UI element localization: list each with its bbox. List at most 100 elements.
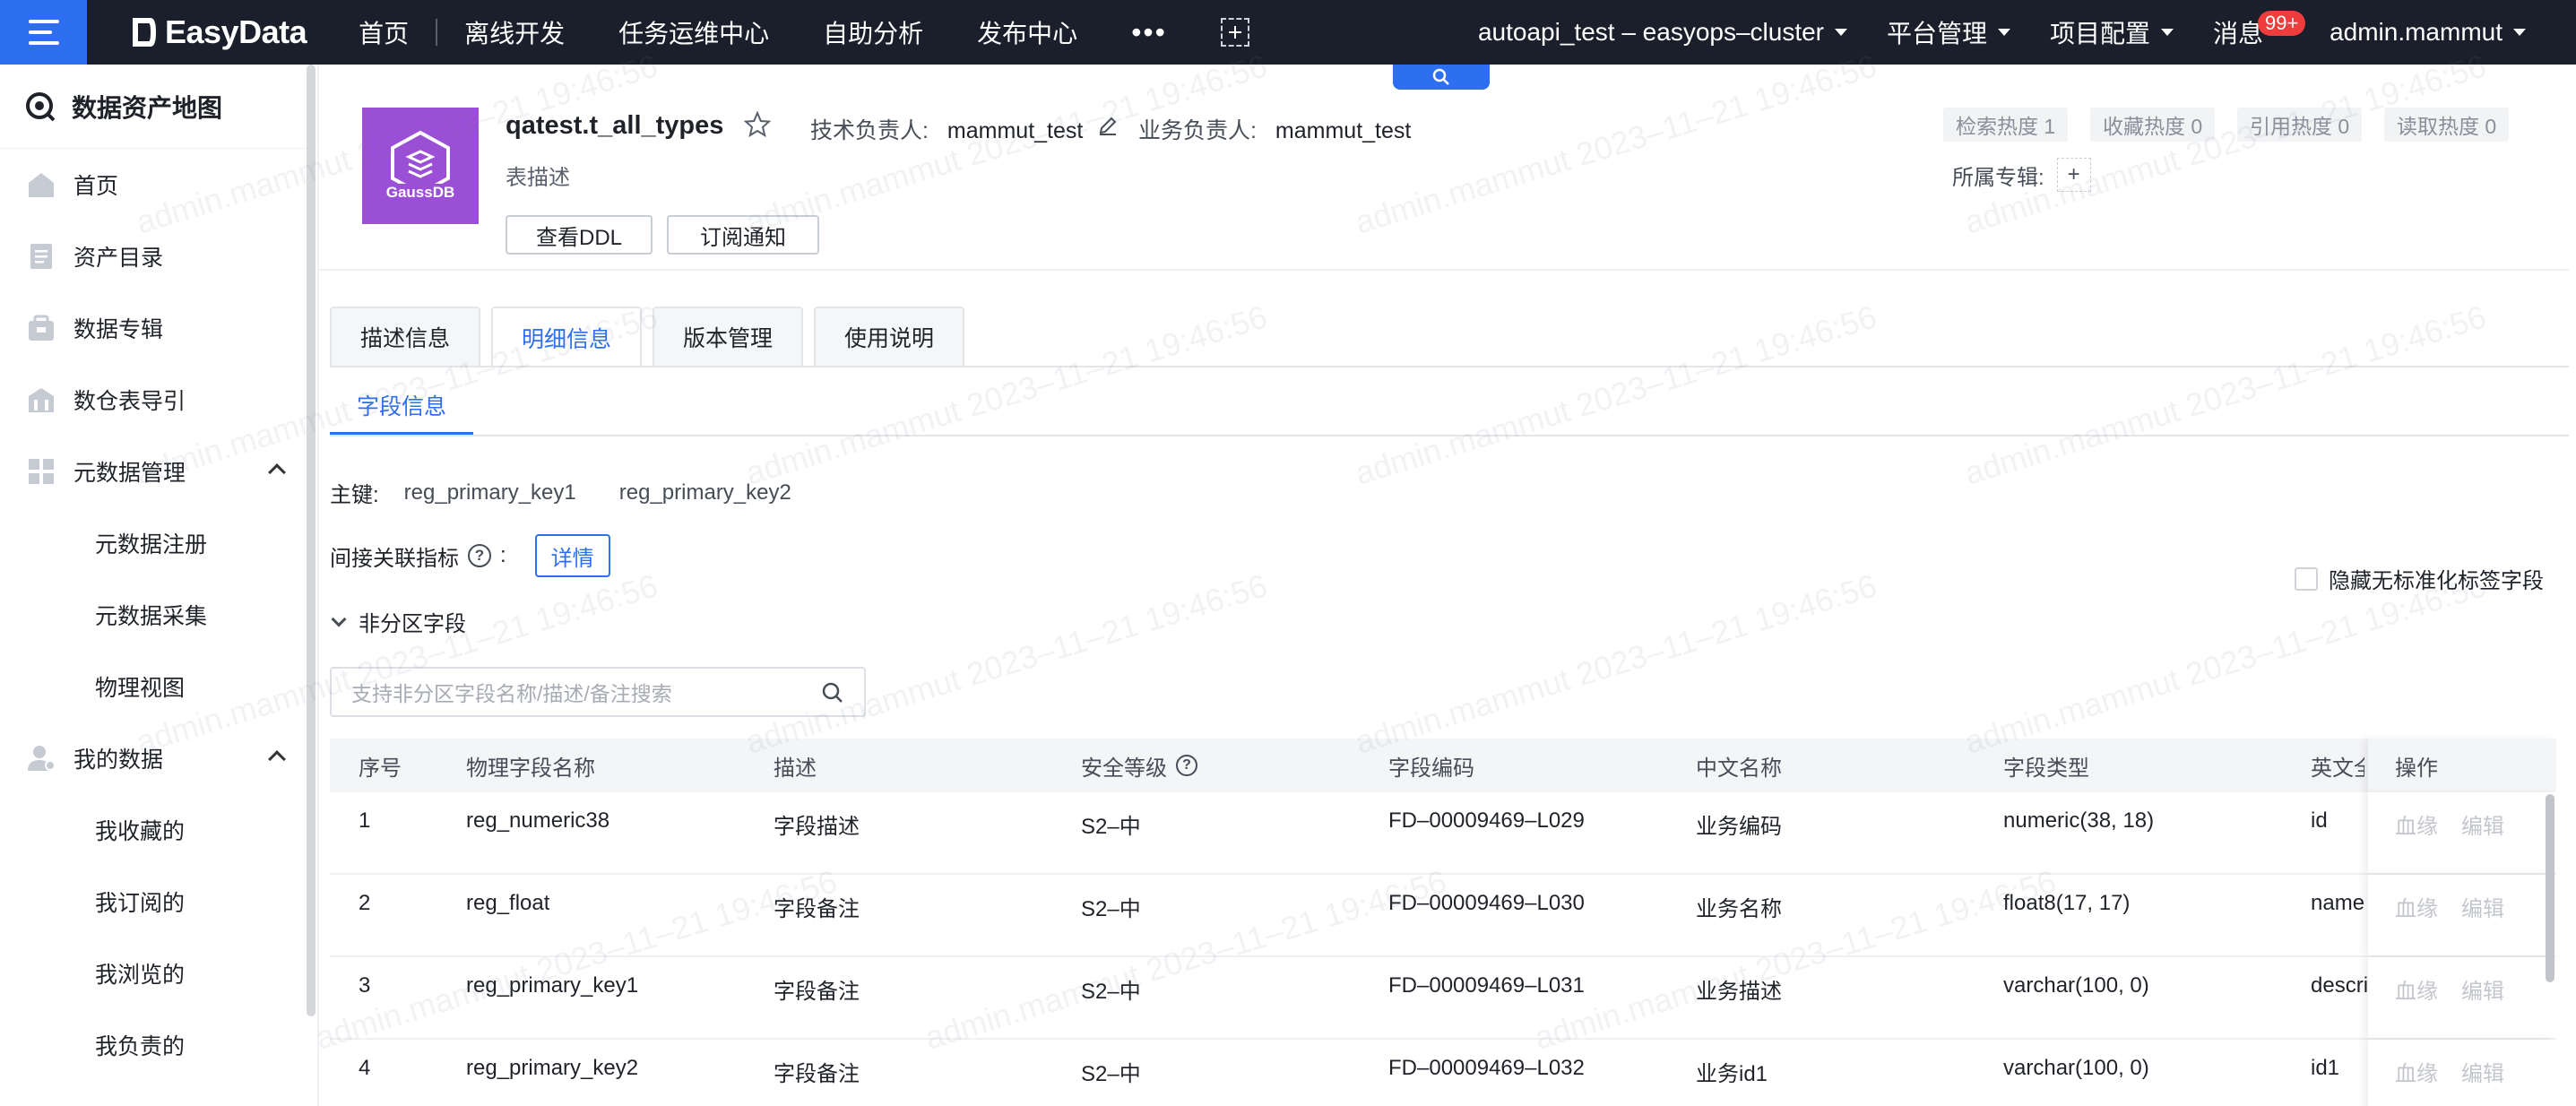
column-header: 描述 [774,756,817,781]
cell-field-type: varchar(100, 0) [2003,1056,2149,1080]
cell-cn-name: 业务编码 [1696,815,1782,839]
sidebar-item-physical-view[interactable]: 物理视图 [0,651,317,722]
detail-button[interactable]: 详情 [534,534,610,577]
sidebar-item-label: 数据专辑 [73,317,164,342]
edit-link[interactable]: 编辑 [2461,808,2504,840]
chevron-down-icon [2513,29,2526,36]
tab-usage[interactable]: 使用说明 [814,307,965,366]
favorite-heat-badge: 收藏热度 0 [2090,108,2216,142]
column-header: 物理字段名称 [466,756,595,781]
sidebar-item-my-browsed[interactable]: 我浏览的 [0,938,317,1009]
search-icon [822,682,843,703]
asset-map-icon [26,91,56,121]
edit-pencil-icon[interactable] [1097,115,1119,136]
field-search-placeholder: 支持非分区字段名称/描述/备注搜索 [351,682,672,705]
column-header: 字段类型 [2003,756,2089,781]
lineage-link[interactable]: 血缘 [2395,1056,2438,1087]
platform-menu[interactable]: 平台管理 [1887,14,2011,50]
sidebar-item-label: 元数据注册 [95,532,208,557]
tab-description[interactable]: 描述信息 [330,307,481,366]
main-content: GaussDB qatest.t_all_types 技术负责人: mammut… [319,65,2576,1106]
table-header: GaussDB qatest.t_all_types 技术负责人: mammut… [319,65,2569,271]
view-ddl-button[interactable]: 查看DDL [506,215,653,255]
app-logo[interactable]: EasyData [129,13,307,51]
lineage-link[interactable]: 血缘 [2395,973,2438,1005]
tab-detail[interactable]: 明细信息 [491,307,643,367]
tab-version[interactable]: 版本管理 [653,307,804,366]
detail-tabs: 描述信息 明细信息 版本管理 使用说明 [330,307,965,367]
table-description: 表描述 [506,166,570,190]
menu-toggle-button[interactable] [0,0,87,65]
lineage-link[interactable]: 血缘 [2395,891,2438,922]
cluster-selector[interactable]: autoapi_test – easyops–cluster [1478,18,1848,47]
nav-task-ops[interactable]: 任务运维中心 [592,14,796,50]
nav-more-icon[interactable]: ••• [1104,16,1194,49]
cell-field-type: numeric(38, 18) [2003,808,2155,833]
subtab-field-info[interactable]: 字段信息 [330,378,473,436]
biz-owner: 业务负责人: mammut_test [1138,113,1411,145]
lineage-link[interactable]: 血缘 [2395,808,2438,840]
warehouse-icon [29,388,54,412]
sidebar-item-metadata[interactable]: 元数据管理 [0,436,317,507]
add-album-button[interactable]: + [2056,158,2091,192]
sidebar-header: 数据资产地图 [0,65,317,149]
subscribe-button[interactable]: 订阅通知 [667,215,819,255]
sidebar-item-my-favorites[interactable]: 我收藏的 [0,794,317,866]
sidebar-item-home[interactable]: 首页 [0,149,317,220]
sidebar-scrollbar[interactable] [307,65,316,1016]
platform-label: 平台管理 [1887,20,1988,48]
sidebar-item-warehouse[interactable]: 数仓表导引 [0,364,317,436]
hide-unstandardized-checkbox[interactable] [2295,566,2318,591]
nav-home[interactable]: 首页 [332,14,436,50]
cell-en-name: id [2311,808,2328,833]
field-search-input[interactable]: 支持非分区字段名称/描述/备注搜索 [330,667,866,717]
sidebar-item-my-subscriptions[interactable]: 我订阅的 [0,866,317,938]
sidebar-item-metadata-collect[interactable]: 元数据采集 [0,579,317,651]
chevron-down-icon [1835,29,1848,36]
user-menu[interactable]: admin.mammut [2330,18,2526,47]
column-header: 字段编码 [1388,756,1474,781]
sidebar-item-album[interactable]: 数据专辑 [0,292,317,364]
sidebar-item-my-data[interactable]: 我的数据 [0,722,317,794]
chevron-down-icon [2161,29,2174,36]
table-header-row: 序号 物理字段名称 描述 安全等级 ? 字段编码 中文名称 字段类型 英文全 操… [330,739,2556,792]
cell-field-code: FD–00009469–L031 [1388,973,1585,998]
cell-field-code: FD–00009469–L029 [1388,808,1585,833]
column-header: 英文全 [2311,756,2364,781]
nav-self-analysis[interactable]: 自助分析 [796,14,950,50]
non-partition-label: 非分区字段 [359,612,466,636]
sidebar-item-label: 首页 [73,174,119,199]
edit-link[interactable]: 编辑 [2461,973,2504,1005]
help-icon[interactable]: ? [468,544,491,567]
favorite-star-icon[interactable] [744,111,771,138]
messages-menu[interactable]: 消息 99+ [2213,11,2306,50]
cell-description: 字段备注 [774,1062,860,1086]
sidebar-item-label: 我浏览的 [95,963,186,988]
column-header-security: 安全等级 ? [1081,739,1197,792]
hide-unstandardized-toggle[interactable]: 隐藏无标准化标签字段 [2295,563,2544,594]
edit-link[interactable]: 编辑 [2461,1056,2504,1087]
nav-offline-dev[interactable]: 离线开发 [437,14,592,50]
cell-description: 字段备注 [774,980,860,1004]
sidebar-item-label: 数仓表导引 [73,389,186,414]
non-partition-collapse[interactable]: 非分区字段 [331,606,466,637]
sidebar-item-label: 元数据管理 [73,461,186,486]
biz-owner-value: mammut_test [1275,118,1412,143]
project-menu[interactable]: 项目配置 [2050,14,2174,50]
help-icon[interactable]: ? [1176,755,1197,776]
sidebar-title: 数据资产地图 [72,93,223,122]
row-actions: 血缘 编辑 [2368,792,2556,873]
sidebar-item-catalog[interactable]: 资产目录 [0,220,317,292]
edit-link[interactable]: 编辑 [2461,891,2504,922]
sidebar-item-my-responsible[interactable]: 我负责的 [0,1009,317,1081]
sidebar-item-metadata-register[interactable]: 元数据注册 [0,507,317,579]
add-tab-icon[interactable] [1220,18,1249,47]
table-name: qatest.t_all_types [506,111,724,140]
cell-cn-name: 业务名称 [1696,897,1782,921]
table-row: 1 reg_numeric38 字段描述 S2–中 FD–00009469–L0… [330,792,2556,875]
table-scrollbar[interactable] [2546,794,2554,982]
nav-publish[interactable]: 发布中心 [950,14,1104,50]
chevron-up-icon[interactable] [268,750,286,768]
chevron-up-icon[interactable] [268,463,286,481]
tech-owner-value: mammut_test [947,118,1084,143]
